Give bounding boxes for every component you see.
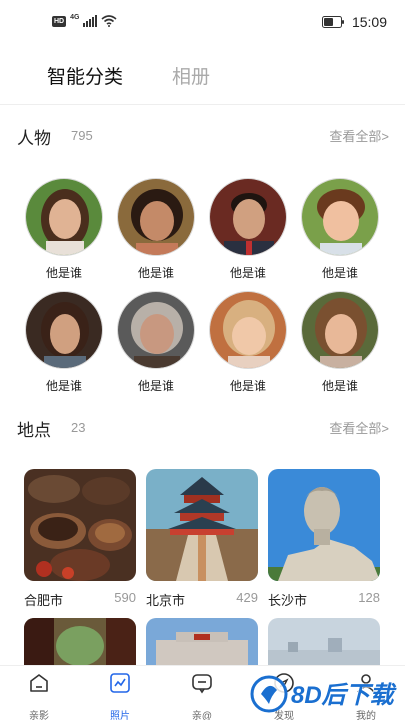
category-tabs: 智能分类 相册	[0, 58, 405, 98]
home-icon	[30, 674, 48, 692]
nav-home[interactable]: 亲影	[9, 672, 69, 720]
person-avatar	[117, 291, 195, 369]
person-label: 他是谁	[321, 379, 358, 393]
place-card-changsha[interactable]: 长沙市 128	[268, 469, 380, 609]
places-section-title: 地点	[17, 421, 51, 440]
header-divider	[0, 104, 405, 105]
person-avatar	[25, 178, 103, 256]
place-meta: 北京市 429	[146, 590, 258, 609]
person-avatar	[209, 178, 287, 256]
places-see-all-link[interactable]: 查看全部>	[329, 418, 389, 437]
nav-messages[interactable]: 亲@	[172, 672, 232, 720]
nav-photos[interactable]: 照片	[90, 672, 150, 720]
tab-smart-category[interactable]: 智能分类	[47, 62, 123, 89]
people-count: 795	[71, 128, 93, 143]
place-count: 128	[358, 590, 380, 605]
place-name: 北京市	[146, 593, 186, 608]
place-meta: 合肥市 590	[24, 590, 136, 609]
message-icon	[192, 674, 212, 694]
person-card[interactable]: 他是谁	[208, 291, 288, 394]
person-card[interactable]: 他是谁	[300, 178, 380, 281]
place-card-partial[interactable]	[146, 618, 258, 666]
nav-label: 照片	[110, 711, 130, 720]
places-count: 23	[71, 420, 86, 435]
people-see-all-link[interactable]: 查看全部>	[329, 126, 389, 145]
person-avatar	[25, 291, 103, 369]
people-section-title: 人物	[17, 129, 51, 148]
place-count: 429	[236, 590, 258, 605]
person-label: 他是谁	[321, 266, 358, 280]
place-thumbnail	[268, 469, 380, 581]
tab-albums[interactable]: 相册	[172, 62, 210, 89]
person-card[interactable]: 他是谁	[24, 178, 104, 281]
place-count: 590	[114, 590, 136, 605]
places-section-header: 地点 23 查看全部>	[0, 416, 405, 440]
person-label: 他是谁	[229, 379, 266, 393]
person-card[interactable]: 他是谁	[116, 291, 196, 394]
status-bar: HD 4G 15:09	[0, 0, 405, 44]
person-label: 他是谁	[137, 266, 174, 280]
place-thumbnail	[146, 469, 258, 581]
signal-icon	[83, 15, 98, 27]
wifi-icon	[101, 15, 117, 27]
person-label: 他是谁	[137, 379, 174, 393]
battery-icon	[321, 16, 344, 28]
place-card-partial[interactable]	[268, 618, 380, 666]
hd-badge: HD	[52, 15, 67, 27]
person-label: 他是谁	[45, 266, 82, 280]
clock: 15:09	[351, 14, 387, 30]
person-card[interactable]: 他是谁	[208, 178, 288, 281]
svg-text:8D后下载: 8D后下载	[291, 682, 398, 709]
place-card-partial[interactable]	[24, 618, 136, 666]
place-thumbnail	[24, 469, 136, 581]
status-indicators: HD 4G	[52, 13, 117, 27]
place-name: 合肥市	[24, 593, 64, 608]
photo-chart-icon	[110, 673, 130, 693]
place-card-beijing[interactable]: 北京市 429	[146, 469, 258, 609]
nav-label: 亲@	[191, 711, 213, 720]
people-section-header: 人物 795 查看全部>	[0, 124, 405, 148]
person-card[interactable]: 他是谁	[300, 291, 380, 394]
status-right: 15:09	[321, 14, 387, 30]
person-label: 他是谁	[45, 379, 82, 393]
person-label: 他是谁	[229, 266, 266, 280]
place-meta: 长沙市 128	[268, 590, 380, 609]
person-avatar	[117, 178, 195, 256]
person-card[interactable]: 他是谁	[116, 178, 196, 281]
person-avatar	[209, 291, 287, 369]
person-card[interactable]: 他是谁	[24, 291, 104, 394]
nav-label: 亲影	[29, 711, 49, 720]
person-avatar	[301, 291, 379, 369]
site-watermark-logo: 8D后下载	[250, 675, 398, 713]
network-type: 4G	[70, 13, 80, 21]
place-name: 长沙市	[268, 593, 308, 608]
place-card-hefei[interactable]: 合肥市 590	[24, 469, 136, 609]
person-avatar	[301, 178, 379, 256]
